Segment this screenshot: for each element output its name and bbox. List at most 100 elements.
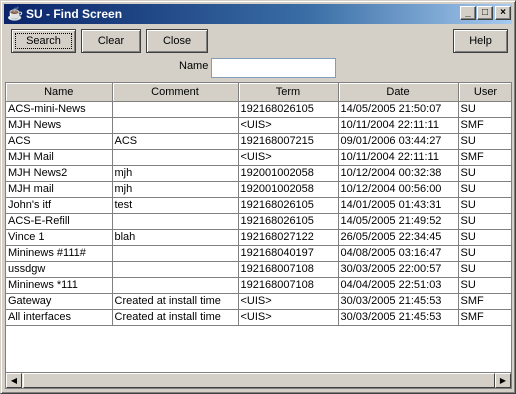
cell-user: SU [458,245,511,262]
cell-term: 192168026105 [238,197,339,214]
cell-user: SMF [458,293,511,310]
cell-date: 10/11/2004 22:11:11 [338,117,459,134]
scroll-right-icon[interactable]: ▶ [495,373,511,388]
find-screen-window: ☕ SU - Find Screen _ □ × Search Clear Cl… [0,0,516,394]
table-row[interactable]: ACS-mini-News 192168026105 14/05/2005 21:5… [6,101,511,118]
cell-user: SU [458,213,511,230]
column-header-name[interactable]: Name [6,83,113,102]
cell-term: 192168026105 [238,213,339,230]
cell-user: SU [458,181,511,198]
cell-comment: Created at install time [112,309,239,326]
cell-comment: ACS [112,133,239,150]
column-header-user[interactable]: User [458,83,511,102]
cell-date: 09/01/2006 03:44:27 [338,133,459,150]
cell-name: Mininews *111 [6,277,113,294]
cell-term: 192001002058 [238,165,339,182]
help-button[interactable]: Help [453,29,508,53]
cell-comment: Created at install time [112,293,239,310]
table-row[interactable]: All interfaces Created at install time <UI… [6,309,511,326]
table-row[interactable]: MJH News2 mjh 192001002058 10/12/2004 00:32… [6,165,511,182]
table-row[interactable]: Mininews *111 192168007108 04/04/2005 22:5… [6,277,511,294]
cell-comment [112,117,239,134]
cell-user: SU [458,101,511,118]
cell-term: <UIS> [238,117,339,134]
cell-date: 14/01/2005 01:43:31 [338,197,459,214]
cell-date: 10/12/2004 00:56:00 [338,181,459,198]
table-row[interactable]: John's itf test 192168026105 14/01/2005 01:… [6,197,511,214]
table-row[interactable]: Gateway Created at install time <UIS> 30/03… [6,293,511,310]
table-row[interactable]: MJH mail mjh 192001002058 10/12/2004 00:56:… [6,181,511,198]
cell-comment [112,277,239,294]
cell-term: 192168007108 [238,261,339,278]
cell-user: SU [458,277,511,294]
cell-date: 10/12/2004 00:32:38 [338,165,459,182]
table-row[interactable]: Vince 1 blah 192168027122 26/05/2005 22:34:… [6,229,511,246]
table-body: ACS-mini-News 192168026105 14/05/2005 21:5… [6,101,511,326]
cell-user: SU [458,133,511,150]
results-table[interactable]: Name Comment Term Date User ACS-mini-New… [5,82,512,373]
cell-date: 26/05/2005 22:34:45 [338,229,459,246]
cell-date: 30/03/2005 21:45:53 [338,309,459,326]
table-row[interactable]: ussdgw 192168007108 30/03/2005 22:00:57 SU [6,261,511,278]
table-row[interactable]: MJH Mail <UIS> 10/11/2004 22:11:11 SMF [6,149,511,166]
cell-term: 192168026105 [238,101,339,118]
column-header-date[interactable]: Date [338,83,459,102]
cell-name: ACS-mini-News [6,101,113,118]
cell-date: 30/03/2005 22:00:57 [338,261,459,278]
horizontal-scrollbar[interactable]: ◀ ▶ [5,373,512,389]
close-window-button[interactable]: × [495,6,511,20]
cell-user: SU [458,165,511,182]
cell-date: 04/08/2005 03:16:47 [338,245,459,262]
close-button[interactable]: Close [146,29,208,53]
window-title: SU - Find Screen [26,7,123,21]
cell-date: 10/11/2004 22:11:11 [338,149,459,166]
cell-name: MJH Mail [6,149,113,166]
cell-date: 14/05/2005 21:49:52 [338,213,459,230]
cell-term: 192168007215 [238,133,339,150]
cell-name: ussdgw [6,261,113,278]
cell-name: MJH News2 [6,165,113,182]
cell-term: <UIS> [238,293,339,310]
name-input[interactable] [211,58,336,78]
cell-comment: blah [112,229,239,246]
table-row[interactable]: Mininews #111# 192168040197 04/08/2005 03:… [6,245,511,262]
cell-comment: mjh [112,181,239,198]
maximize-button[interactable]: □ [477,6,493,20]
scroll-left-icon[interactable]: ◀ [6,373,22,388]
cell-user: SU [458,261,511,278]
search-button-label: Search [15,33,72,49]
cell-name: Vince 1 [6,229,113,246]
cell-comment [112,245,239,262]
minimize-button[interactable]: _ [460,6,476,20]
table-row[interactable]: ACS ACS 192168007215 09/01/2006 03:44:27 SU [6,133,511,150]
cell-name: ACS-E-Refill [6,213,113,230]
cell-user: SMF [458,117,511,134]
java-cup-icon: ☕ [7,6,24,21]
cell-name: All interfaces [6,309,113,326]
column-header-comment[interactable]: Comment [112,83,239,102]
cell-name: MJH News [6,117,113,134]
search-button[interactable]: Search [11,29,76,53]
cell-comment [112,213,239,230]
cell-comment: mjh [112,165,239,182]
cell-comment: test [112,197,239,214]
cell-term: <UIS> [238,149,339,166]
cell-term: 192168027122 [238,229,339,246]
cell-comment [112,261,239,278]
cell-name: MJH mail [6,181,113,198]
cell-term: 192168040197 [238,245,339,262]
cell-term: 192001002058 [238,181,339,198]
cell-date: 14/05/2005 21:50:07 [338,101,459,118]
cell-name: John's itf [6,197,113,214]
cell-name: Mininews #111# [6,245,113,262]
cell-date: 04/04/2005 22:51:03 [338,277,459,294]
scroll-thumb[interactable] [23,373,495,388]
cell-name: Gateway [6,293,113,310]
cell-user: SMF [458,149,511,166]
table-row[interactable]: ACS-E-Refill 192168026105 14/05/2005 21:49… [6,213,511,230]
table-row[interactable]: MJH News <UIS> 10/11/2004 22:11:11 SMF [6,117,511,134]
column-header-term[interactable]: Term [238,83,339,102]
title-bar[interactable]: ☕ SU - Find Screen _ □ × [4,4,512,24]
clear-button[interactable]: Clear [81,29,141,53]
name-label: Name [179,60,209,72]
